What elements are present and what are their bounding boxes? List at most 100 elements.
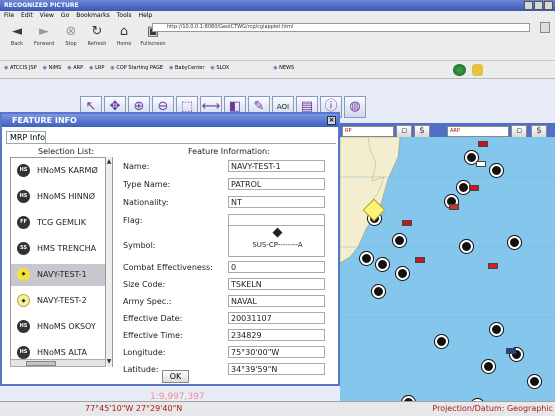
stop-icon: ⊗ <box>65 24 77 39</box>
dialog-titlebar: FEATURE INFO × <box>2 114 338 127</box>
list-item[interactable]: FF TCG GEMLIK <box>11 212 105 234</box>
map-view[interactable] <box>340 137 555 401</box>
dialog-close-button[interactable]: × <box>327 116 336 125</box>
ship-track-icon[interactable] <box>460 240 473 253</box>
bookmark-slox[interactable]: SLOX <box>210 65 229 78</box>
forward-button[interactable]: ► Forward <box>31 23 57 53</box>
status-bar: 1:9,997,397 77°45'10"W 27°29'40"N Projec… <box>0 392 555 416</box>
bookmark-cop[interactable]: COP Starting PAGE <box>110 65 163 78</box>
url-dropdown-button[interactable] <box>540 22 550 33</box>
combat-label: Combat Effectiveness: <box>123 263 213 272</box>
ship-track-icon[interactable] <box>490 323 503 336</box>
bookmark-nims[interactable]: NIMS <box>43 65 62 78</box>
size-value: TSKELN <box>228 278 325 290</box>
bookmark-atccis[interactable]: ATCCIS JSP <box>4 65 37 78</box>
folder-icon <box>472 64 483 76</box>
home-button[interactable]: ⌂ Home <box>111 23 137 53</box>
symbol-code: SUS-CP--------A <box>252 241 303 249</box>
ship-symbol-icon: HS <box>17 320 30 333</box>
arp-field[interactable]: ARP <box>447 126 509 137</box>
bookmark-arp[interactable]: ARP <box>67 65 83 78</box>
menu-bookmarks[interactable]: Bookmarks <box>76 11 110 21</box>
map-canvas <box>340 137 555 401</box>
bookmark-babycenter[interactable]: BabyCenter <box>169 65 204 78</box>
window-controls <box>524 1 553 10</box>
coastline-land <box>340 137 401 264</box>
latitude-value: 34°39'59"N <box>228 363 325 375</box>
list-item-label: NAVY-TEST-1 <box>37 270 87 279</box>
list-item-label: HNoMS OKSOY <box>37 322 96 331</box>
ship-track-icon[interactable] <box>508 236 521 249</box>
menu-view[interactable]: View <box>40 11 54 21</box>
menu-edit[interactable]: Edit <box>21 11 33 21</box>
ship-track-icon[interactable] <box>528 375 541 388</box>
longitude-value: 75°30'00"W <box>228 346 325 358</box>
ship-track-icon[interactable] <box>376 258 389 271</box>
list-item[interactable]: HS HNoMS KARMØ <box>11 160 105 182</box>
back-label: Back <box>10 41 24 47</box>
scroll-down-icon[interactable]: ▼ <box>106 358 112 366</box>
back-button[interactable]: ◄ Back <box>4 23 30 53</box>
list-horizontal-scrollbar[interactable] <box>10 359 106 367</box>
close-window-button[interactable] <box>544 1 553 10</box>
selection-list[interactable]: HS HNoMS KARMØ HS HNoMS HINNØ FF TCG GEMLIK… <box>10 157 113 367</box>
ship-track-icon[interactable] <box>490 164 503 177</box>
list-item-label: TCG GEMLIK <box>37 218 86 227</box>
symbol-box: ◆ SUS-CP--------A <box>228 225 325 257</box>
name-value: NAVY-TEST-1 <box>228 160 325 172</box>
refresh-button[interactable]: ↻ Refresh <box>84 23 110 53</box>
menu-tools[interactable]: Tools <box>117 11 132 21</box>
ship-track-icon[interactable] <box>372 285 385 298</box>
time-value: 234829 <box>228 329 325 341</box>
ship-symbol-icon: ◆ <box>17 294 30 307</box>
maximize-button[interactable] <box>534 1 543 10</box>
flag-icon <box>415 257 425 263</box>
list-item-label: HNoMS HINNØ <box>37 192 96 201</box>
ship-symbol-icon: HS <box>17 190 30 203</box>
address-bar[interactable]: http://10.0.0.1:8080/GeoICTWG/rcp/cgiapp… <box>152 23 530 32</box>
feature-information-heading: Feature Information: <box>188 147 270 156</box>
ship-track-icon[interactable] <box>482 360 495 373</box>
home-icon: ⌂ <box>119 24 129 39</box>
home-label: Home <box>116 41 132 47</box>
cursor-coordinates: 77°45'10"W 27°29'40"N <box>85 404 183 413</box>
refresh-label: Refresh <box>87 41 107 47</box>
list-item[interactable]: HS HNoMS HINNØ <box>11 186 105 208</box>
date-label: Effective Date: <box>123 314 183 323</box>
flag-label: Flag: <box>123 216 143 225</box>
type-label: Type Name: <box>123 180 171 189</box>
menu-file[interactable]: File <box>4 11 14 21</box>
flag-icon <box>402 220 412 226</box>
list-item-label: HNoMS KARMØ <box>37 166 98 175</box>
patrol-symbol-icon: ◆ <box>272 225 283 240</box>
ship-symbol-icon: HS <box>17 164 30 177</box>
ship-track-icon[interactable] <box>435 335 448 348</box>
scroll-thumb[interactable] <box>26 361 56 366</box>
flag-icon <box>478 141 488 147</box>
ship-track-icon[interactable] <box>393 234 406 247</box>
menu-help[interactable]: Help <box>139 11 153 21</box>
ship-symbol-icon: FF <box>17 216 30 229</box>
dialog-title: FEATURE INFO <box>12 116 77 125</box>
bookmark-lrp[interactable]: LRP <box>89 65 104 78</box>
bookmark-news[interactable]: NEWS <box>273 65 294 78</box>
list-item-selected[interactable]: ◆ NAVY-TEST-1 <box>11 264 105 286</box>
flag-icon <box>449 204 459 210</box>
list-item[interactable]: SS HMS TRENCHA <box>11 238 105 260</box>
list-item[interactable]: ◆ NAVY-TEST-2 <box>11 290 105 312</box>
date-value: 20031107 <box>228 312 325 324</box>
url-text: http://10.0.0.1:8080/GeoICTWG/rcp/cgiapp… <box>167 24 294 30</box>
globe-tool-icon[interactable]: ◍ <box>344 96 366 118</box>
minimize-button[interactable] <box>524 1 533 10</box>
stop-button[interactable]: ⊗ Stop <box>58 23 84 53</box>
list-vertical-scrollbar[interactable]: ▲ ▼ <box>105 157 112 367</box>
menu-go[interactable]: Go <box>61 11 69 21</box>
window-titlebar: RECOGNIZED PICTURE <box>0 0 555 11</box>
scroll-up-icon[interactable]: ▲ <box>106 158 112 166</box>
ship-track-icon[interactable] <box>360 252 373 265</box>
rp-field[interactable]: RP <box>342 126 394 137</box>
list-item[interactable]: HS HNoMS OKSOY <box>11 316 105 338</box>
ok-button[interactable]: OK <box>162 370 189 383</box>
ship-track-icon[interactable] <box>396 267 409 280</box>
list-item-label: NAVY-TEST-2 <box>37 296 87 305</box>
